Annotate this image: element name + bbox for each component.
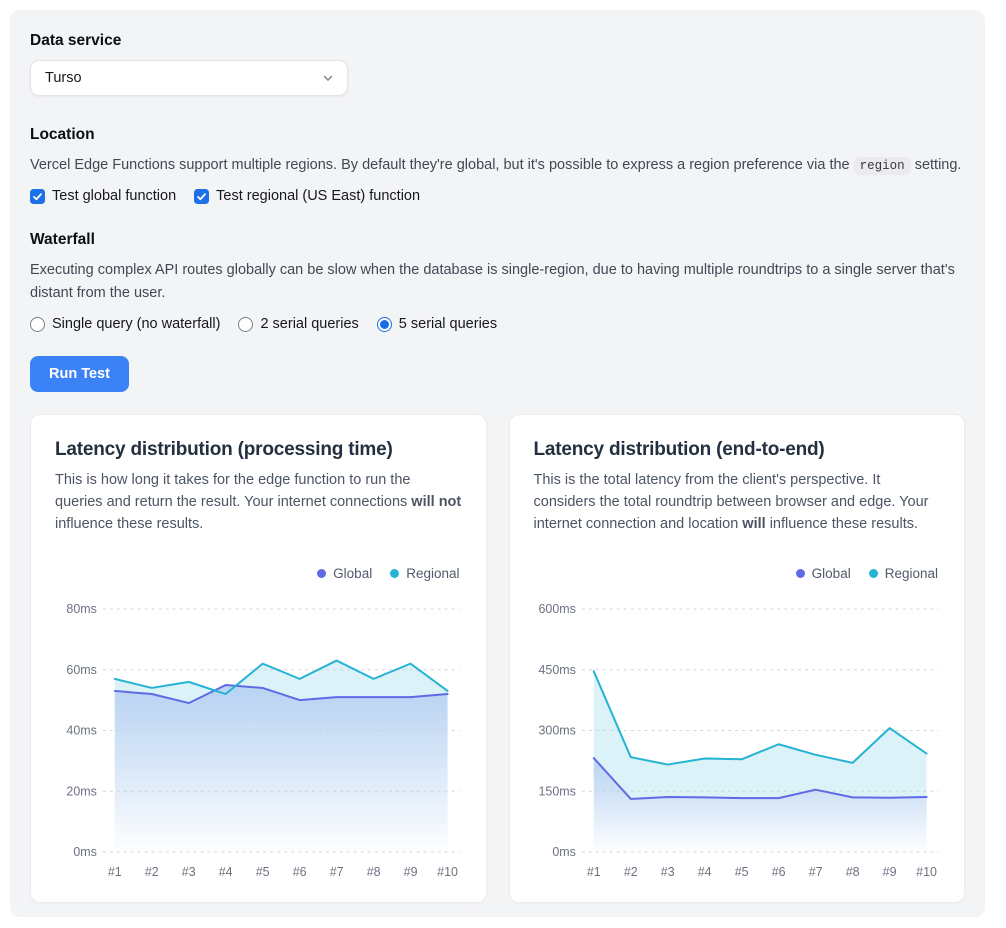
checkbox-label: Test regional (US East) function [216,188,420,204]
svg-text:#9: #9 [882,865,896,879]
latency-chart-e2e: 0ms 150ms 300ms 450ms 600ms #1 #2 #3 #4 #5 #6 #7 #8 #… [534,593,941,884]
svg-text:#8: #8 [845,865,859,879]
svg-text:80ms: 80ms [66,602,96,616]
svg-text:#1: #1 [586,865,600,879]
card-description: This is how long it takes for the edge f… [55,470,462,535]
svg-text:#2: #2 [145,865,159,879]
svg-text:450ms: 450ms [538,663,575,677]
radio-selected-icon[interactable] [377,317,392,332]
svg-text:#5: #5 [256,865,270,879]
data-service-select[interactable]: Turso [30,60,348,96]
card-description-text: This is how long it takes for the edge f… [55,472,410,510]
svg-text:#7: #7 [330,865,344,879]
data-service-selected-value: Turso [45,70,82,86]
waterfall-description: Executing complex API routes globally ca… [30,259,965,304]
chart-legend: Global Regional [534,566,939,581]
end-to-end-card: Latency distribution (end-to-end) This i… [509,414,966,902]
location-description-text-after: setting. [915,157,962,173]
legend-dot-icon [796,569,805,578]
processing-time-card: Latency distribution (processing time) T… [30,414,487,902]
region-code-chip: region [854,157,911,175]
radio-icon[interactable] [238,317,253,332]
svg-text:300ms: 300ms [538,723,575,737]
svg-text:#10: #10 [437,865,458,879]
svg-text:0ms: 0ms [552,845,576,859]
chart-legend: Global Regional [55,566,460,581]
radio-label: Single query (no waterfall) [52,316,220,332]
svg-text:#5: #5 [734,865,748,879]
location-heading: Location [30,126,965,144]
card-description-text-after: influence these results. [55,516,203,532]
chevron-down-icon [321,71,335,85]
svg-text:#10: #10 [916,865,937,879]
svg-text:#4: #4 [697,865,711,879]
card-description: This is the total latency from the clien… [534,470,941,535]
svg-text:600ms: 600ms [538,602,575,616]
svg-text:#8: #8 [367,865,381,879]
radio-2-serial-queries[interactable]: 2 serial queries [238,316,358,332]
card-description-bold: will [742,516,765,532]
svg-text:150ms: 150ms [538,784,575,798]
svg-text:#6: #6 [771,865,785,879]
main-panel: Data service Turso Location Vercel Edge … [10,10,985,917]
svg-text:0ms: 0ms [73,845,97,859]
svg-text:#3: #3 [182,865,196,879]
checkbox-test-global-function[interactable]: Test global function [30,188,176,204]
location-checkbox-row: Test global function Test regional (US E… [30,188,965,204]
latency-chart-processing: 0ms 20ms 40ms 60ms 80ms #1 #2 #3 #4 #5 #6 #7 #8 #9 #10 [55,593,462,884]
legend-label: Regional [406,566,459,581]
svg-text:#6: #6 [293,865,307,879]
radio-single-query[interactable]: Single query (no waterfall) [30,316,220,332]
checkbox-test-regional-function[interactable]: Test regional (US East) function [194,188,420,204]
charts-row: Latency distribution (processing time) T… [30,414,965,902]
waterfall-heading: Waterfall [30,231,965,249]
waterfall-radio-row: Single query (no waterfall) 2 serial que… [30,316,965,332]
data-service-heading: Data service [30,32,965,50]
run-test-button[interactable]: Run Test [30,356,129,392]
radio-icon[interactable] [30,317,45,332]
svg-text:#7: #7 [808,865,822,879]
radio-label: 5 serial queries [399,316,497,332]
legend-label: Global [333,566,372,581]
card-description-bold: will not [411,494,461,510]
location-description-text: Vercel Edge Functions support multiple r… [30,157,850,173]
legend-item-regional: Regional [390,566,459,581]
legend-item-global: Global [796,566,851,581]
legend-item-global: Global [317,566,372,581]
legend-dot-icon [390,569,399,578]
svg-text:#1: #1 [108,865,122,879]
radio-label: 2 serial queries [260,316,358,332]
legend-label: Regional [885,566,938,581]
card-description-text-after: influence these results. [770,516,918,532]
svg-text:#9: #9 [404,865,418,879]
legend-item-regional: Regional [869,566,938,581]
legend-dot-icon [869,569,878,578]
checkbox-label: Test global function [52,188,176,204]
location-description: Vercel Edge Functions support multiple r… [30,154,965,176]
card-title: Latency distribution (end-to-end) [534,439,941,461]
legend-label: Global [812,566,851,581]
svg-text:60ms: 60ms [66,663,96,677]
checkbox-checked-icon[interactable] [194,189,209,204]
svg-text:#2: #2 [623,865,637,879]
svg-text:#3: #3 [660,865,674,879]
radio-5-serial-queries[interactable]: 5 serial queries [377,316,497,332]
svg-text:40ms: 40ms [66,723,96,737]
legend-dot-icon [317,569,326,578]
svg-text:#4: #4 [219,865,233,879]
checkbox-checked-icon[interactable] [30,189,45,204]
svg-text:20ms: 20ms [66,784,96,798]
card-title: Latency distribution (processing time) [55,439,462,461]
